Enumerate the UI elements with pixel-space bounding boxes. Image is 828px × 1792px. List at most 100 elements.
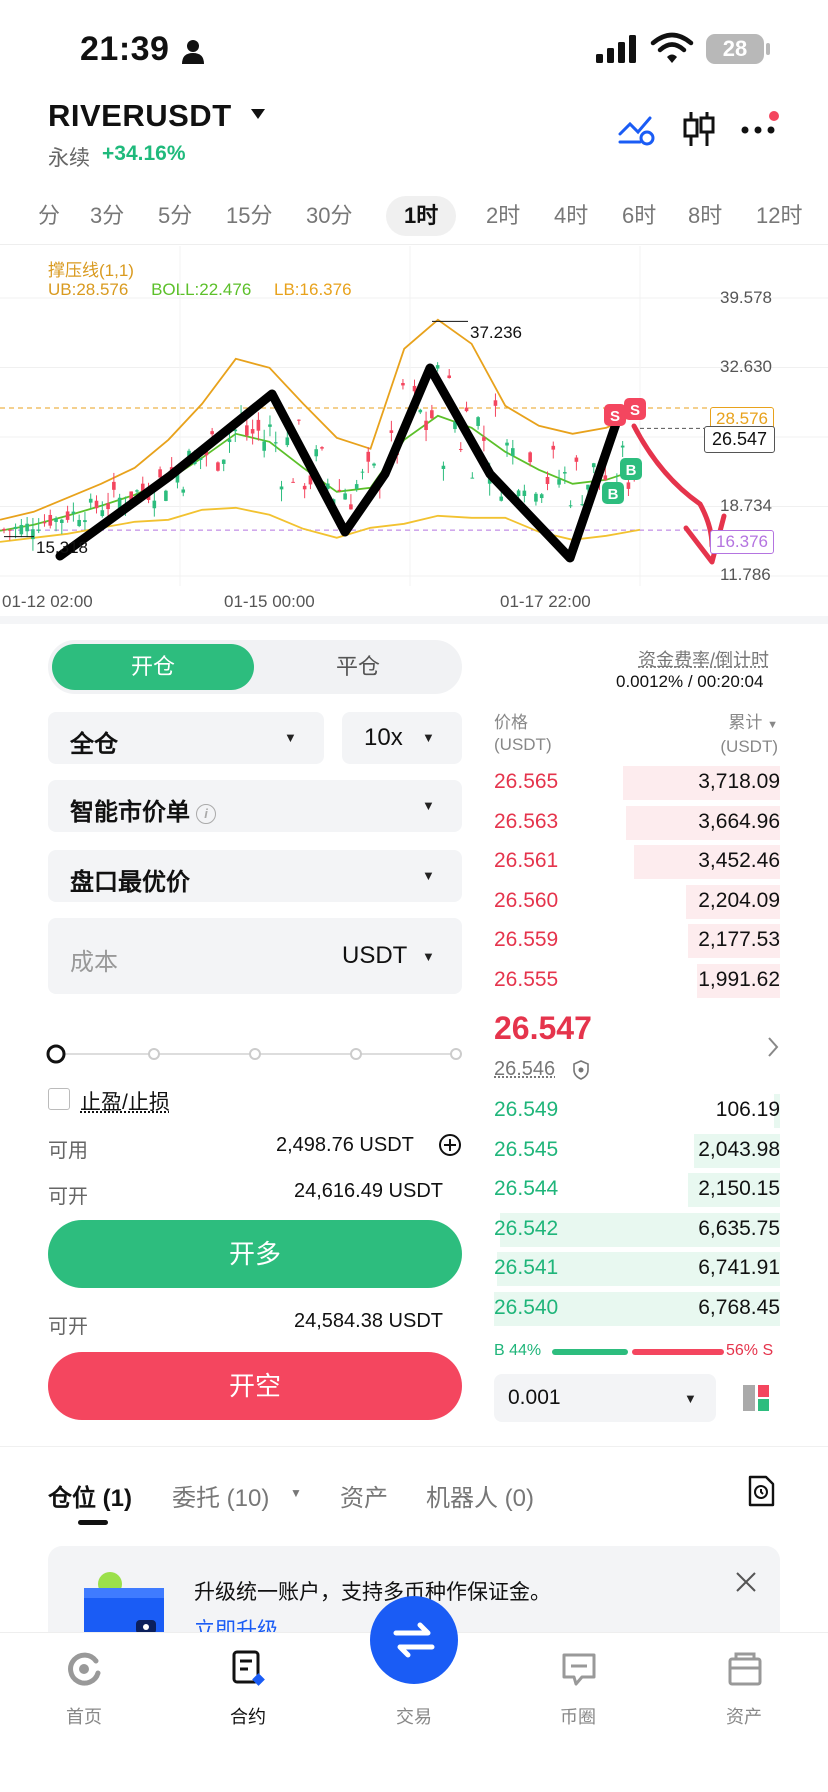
bid-price: 26.549 [494, 1098, 559, 1121]
tab-5m[interactable]: 5分 [158, 196, 192, 236]
tab-orders[interactable]: 委托 (10) [172, 1478, 269, 1513]
tab-1m[interactable]: 分 [38, 196, 60, 236]
candle-body [291, 481, 295, 483]
candle-body [522, 490, 527, 496]
open-long-button[interactable]: 开多 [48, 1220, 462, 1288]
tp-sl-label[interactable]: 止盈/止损 [80, 1086, 170, 1116]
nav-contract[interactable]: 合约 [198, 1703, 298, 1729]
history-icon[interactable] [744, 1474, 778, 1508]
ask-row[interactable]: 26.559 2,177.53 [494, 924, 780, 959]
candle-body [250, 429, 255, 434]
precision-select[interactable]: 0.001 ▼ [494, 1374, 716, 1422]
tab-15m[interactable]: 15分 [226, 196, 272, 236]
home-icon[interactable] [66, 1651, 102, 1687]
add-circle-icon[interactable] [438, 1133, 462, 1157]
assets-icon[interactable] [726, 1651, 764, 1687]
ask-row[interactable]: 26.563 3,664.96 [494, 805, 780, 840]
indicator-settings-icon[interactable] [618, 112, 656, 146]
hand-drawn-zigzag [55, 363, 625, 563]
cost-unit[interactable]: USDT [342, 942, 407, 970]
last-price-tag: 26.547 [704, 426, 776, 453]
nav-community[interactable]: 币圈 [528, 1703, 628, 1729]
candle-body [343, 493, 347, 500]
tab-4h[interactable]: 4时 [554, 196, 588, 236]
bid-row[interactable]: 26.549 106.19 [494, 1094, 780, 1128]
last-price: 26.547 [494, 1010, 592, 1046]
bid-total: 6,635.75 [698, 1216, 780, 1240]
tab-assets[interactable]: 资产 [340, 1478, 388, 1513]
trade-fab-button[interactable] [370, 1596, 458, 1684]
bid-row[interactable]: 26.544 2,150.15 [494, 1173, 780, 1208]
tab-8h[interactable]: 8时 [688, 196, 722, 236]
bid-row[interactable]: 26.541 6,741.91 [494, 1252, 780, 1287]
ask-price: 26.559 [494, 928, 559, 952]
candle-body [2, 528, 6, 531]
leverage-select[interactable]: 10x ▼ [342, 712, 462, 764]
candle-body [314, 449, 319, 457]
candle-body [164, 490, 168, 501]
ask-price: 26.560 [494, 888, 559, 912]
sell-ratio-bar [632, 1349, 724, 1355]
precision-value: 0.001 [508, 1386, 561, 1409]
candle-body [273, 442, 278, 444]
candle-body [568, 505, 573, 507]
order-type-select[interactable]: 智能市价单 i ▼ [48, 780, 462, 832]
candle-body [245, 425, 249, 436]
tab-6h[interactable]: 6时 [622, 196, 656, 236]
book-layout-icon[interactable] [740, 1382, 772, 1414]
tab-3m[interactable]: 3分 [90, 196, 124, 236]
chevron-right-icon[interactable] [766, 1036, 780, 1058]
close-icon[interactable] [734, 1570, 758, 1594]
ask-price: 26.561 [494, 849, 559, 873]
total-header[interactable]: 累计 ▼ (USDT) [692, 712, 778, 758]
cost-input[interactable]: 成本 USDT ▼ [48, 918, 462, 994]
candle-body [158, 469, 162, 478]
candle-body [42, 522, 47, 524]
chevron-down-icon[interactable] [250, 108, 266, 120]
candle-body [83, 520, 87, 523]
margin-mode-select[interactable]: 全仓 ▼ [48, 712, 324, 764]
ask-row[interactable]: 26.560 2,204.09 [494, 884, 780, 919]
open-position-tab[interactable]: 开仓 [52, 644, 254, 690]
timeframe-tabs: 分 3分 5分 15分 30分 1时 2时 4时 6时 8时 12时 [0, 196, 828, 236]
ask-row[interactable]: 26.565 3,718.09 [494, 766, 780, 800]
tab-bots[interactable]: 机器人 (0) [426, 1478, 534, 1513]
candle-body [285, 437, 290, 446]
price-type-select[interactable]: 盘口最优价 ▼ [48, 850, 462, 902]
candlestick-icon[interactable] [682, 110, 716, 148]
symbol-title[interactable]: RIVERUSDT [48, 98, 232, 134]
info-icon[interactable]: i [196, 803, 216, 824]
bid-row[interactable]: 26.542 6,635.75 [494, 1212, 780, 1247]
nav-trade[interactable]: 交易 [364, 1703, 464, 1729]
ask-row[interactable]: 26.555 1,991.62 [494, 964, 780, 998]
nav-assets[interactable]: 资产 [694, 1703, 794, 1729]
tab-2h[interactable]: 2时 [486, 196, 520, 236]
bid-row[interactable]: 26.545 2,043.98 [494, 1133, 780, 1168]
tab-12h[interactable]: 12时 [756, 196, 802, 236]
tp-sl-checkbox[interactable] [48, 1088, 70, 1110]
open-short-button[interactable]: 开空 [48, 1352, 462, 1420]
amount-slider[interactable] [44, 1040, 468, 1068]
tab-1h[interactable]: 1时 [386, 196, 457, 236]
caret-down-icon: ▼ [684, 1391, 697, 1406]
tab-positions[interactable]: 仓位 (1) [48, 1478, 132, 1513]
candle-body [458, 448, 463, 450]
candle-body [268, 424, 272, 427]
more-icon[interactable] [740, 110, 780, 140]
community-icon[interactable] [560, 1651, 598, 1687]
nav-home[interactable]: 首页 [34, 1703, 134, 1729]
ask-row[interactable]: 26.561 3,452.46 [494, 845, 780, 880]
candle-body [94, 500, 99, 509]
candle-body [221, 459, 226, 464]
funding-label[interactable]: 资金费率/倒计时 [638, 646, 769, 672]
open-long-value: 24,616.49 USDT [294, 1180, 443, 1202]
low-marker: 15.318 [36, 538, 88, 557]
close-position-tab[interactable]: 平仓 [258, 644, 458, 690]
ask-price: 26.555 [494, 968, 559, 991]
contract-icon[interactable] [230, 1649, 266, 1687]
tab-30m[interactable]: 30分 [306, 196, 352, 236]
buy-signal-badge: B [626, 462, 637, 479]
candle-body [262, 441, 266, 451]
candle-body [389, 430, 394, 433]
bid-row[interactable]: 26.540 6,768.45 [494, 1292, 780, 1326]
